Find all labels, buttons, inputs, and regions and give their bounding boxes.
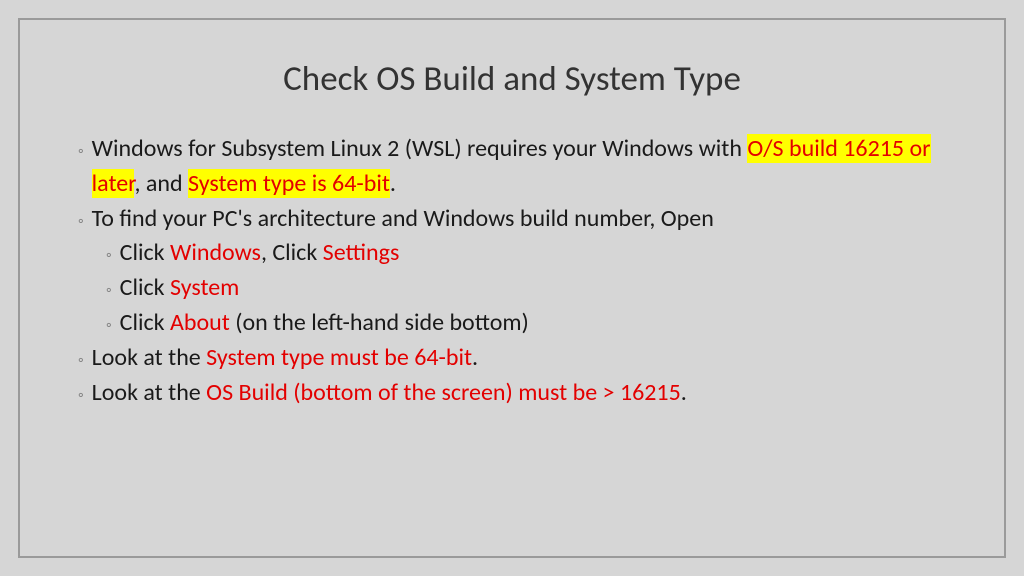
bullet-marker: ◦: [106, 244, 112, 267]
text-segment: , and: [134, 169, 188, 198]
text-segment: To find your PC's architecture and Windo…: [92, 204, 714, 233]
text-segment: (on the left-hand side bottom): [230, 308, 529, 337]
red-text: About: [170, 308, 230, 337]
text-segment: Click: [120, 273, 170, 302]
bullet-item-4: ◦ Look at the OS Build (bottom of the sc…: [78, 376, 946, 411]
text-segment: Look at the: [92, 378, 207, 407]
bullet-item-2: ◦ To find your PC's architecture and Win…: [78, 202, 946, 237]
text-segment: , Click: [261, 238, 323, 267]
red-text: OS Build (bottom of the screen) must be …: [206, 378, 681, 407]
text-segment: Windows for Subsystem Linux 2 (WSL) requ…: [92, 134, 748, 163]
bullet-marker: ◦: [106, 279, 112, 302]
bullet-text: To find your PC's architecture and Windo…: [92, 202, 946, 237]
text-segment: .: [390, 169, 396, 198]
bullet-text: Click Windows, Click Settings: [120, 236, 946, 271]
bullet-text: Click About (on the left-hand side botto…: [120, 306, 946, 341]
slide-title: Check OS Build and System Type: [78, 58, 946, 100]
bullet-text: Look at the OS Build (bottom of the scre…: [92, 376, 946, 411]
bullet-marker: ◦: [78, 384, 84, 407]
bullet-marker: ◦: [78, 210, 84, 233]
slide-frame: Check OS Build and System Type ◦ Windows…: [18, 18, 1006, 558]
bullet-item-2c: ◦ Click About (on the left-hand side bot…: [106, 306, 946, 341]
red-text: System type must be 64-bit: [206, 343, 472, 372]
text-segment: Click: [120, 308, 170, 337]
highlighted-text: System type is 64-bit: [188, 169, 390, 198]
bullet-marker: ◦: [106, 314, 112, 337]
bullet-item-1: ◦ Windows for Subsystem Linux 2 (WSL) re…: [78, 132, 946, 202]
bullet-text: Windows for Subsystem Linux 2 (WSL) requ…: [92, 132, 946, 202]
red-text: Settings: [323, 238, 400, 267]
text-segment: .: [472, 343, 478, 372]
text-segment: Click: [120, 238, 170, 267]
bullet-marker: ◦: [78, 140, 84, 163]
text-segment: .: [681, 378, 687, 407]
text-segment: Look at the: [92, 343, 207, 372]
bullet-item-2b: ◦ Click System: [106, 271, 946, 306]
red-text: Windows: [170, 238, 261, 267]
slide-content: ◦ Windows for Subsystem Linux 2 (WSL) re…: [78, 132, 946, 410]
bullet-text: Look at the System type must be 64-bit.: [92, 341, 946, 376]
bullet-marker: ◦: [78, 349, 84, 372]
bullet-text: Click System: [120, 271, 946, 306]
bullet-item-2a: ◦ Click Windows, Click Settings: [106, 236, 946, 271]
red-text: System: [170, 273, 239, 302]
bullet-item-3: ◦ Look at the System type must be 64-bit…: [78, 341, 946, 376]
